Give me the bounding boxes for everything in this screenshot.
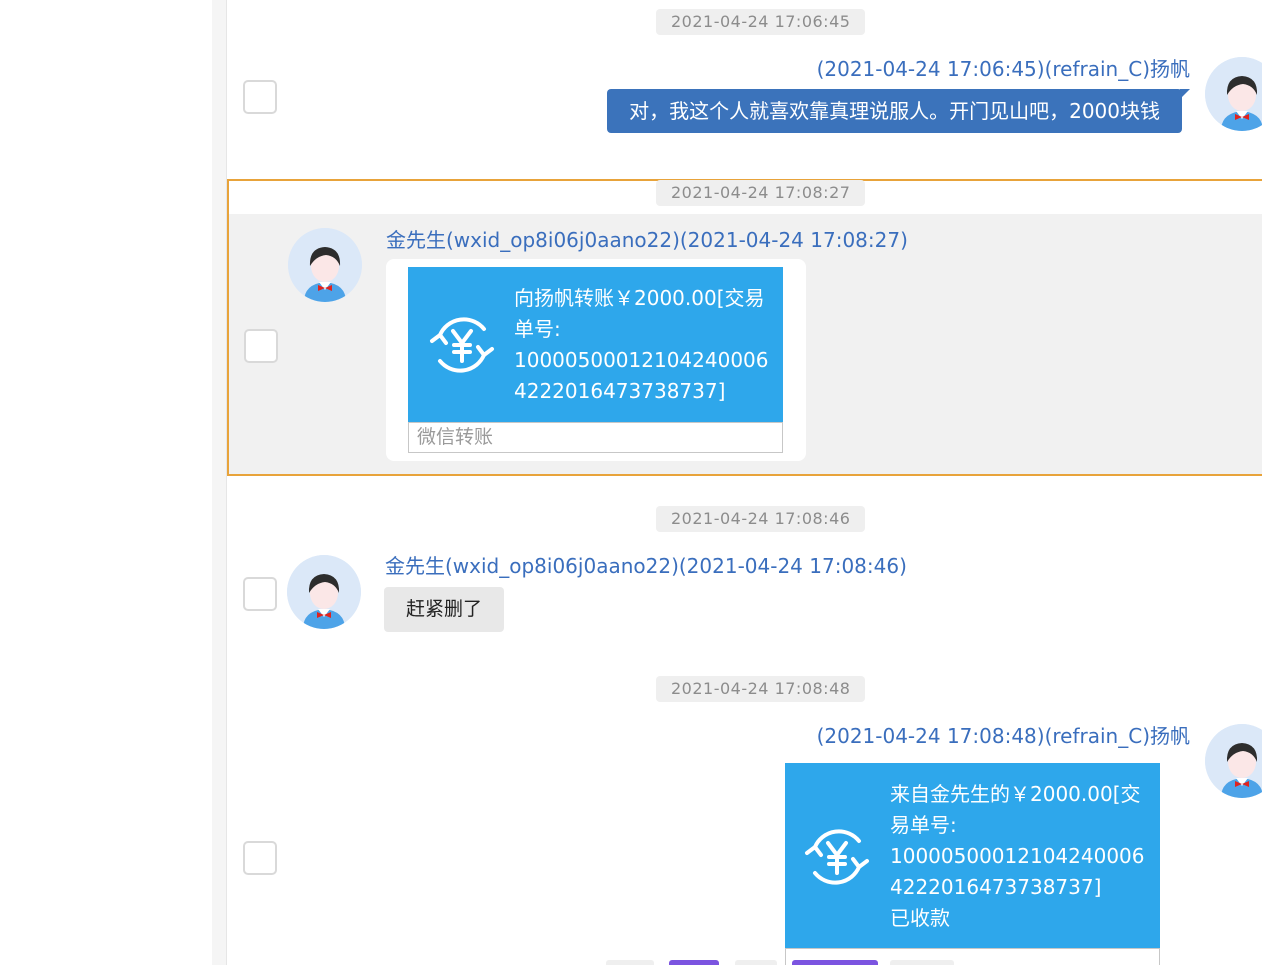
sender-label: (2021-04-24 17:06:45)(refrain_C)扬帆 bbox=[816, 57, 1190, 81]
select-message-checkbox[interactable] bbox=[243, 577, 277, 611]
transfer-card[interactable]: 来自金先生的￥2000.00[交 易单号: 100005000121042400… bbox=[785, 763, 1160, 948]
transfer-details: 向扬帆转账￥2000.00[交易 单号: 1000050001210424000… bbox=[514, 283, 769, 407]
avatar-icon[interactable] bbox=[288, 228, 362, 302]
message-timestamp: 2021-04-24 17:08:48 bbox=[656, 676, 866, 702]
transfer-card[interactable]: 向扬帆转账￥2000.00[交易 单号: 1000050001210424000… bbox=[408, 267, 783, 422]
message-bubble[interactable]: 对，我这个人就喜欢靠真理说服人。开门见山吧，2000块钱 bbox=[607, 89, 1190, 133]
message-timestamp: 2021-04-24 17:08:46 bbox=[656, 506, 866, 532]
toolbar-button[interactable] bbox=[606, 960, 654, 965]
sender-label: 金先生(wxid_op8i06j0aano22)(2021-04-24 17:0… bbox=[385, 554, 907, 578]
transfer-line: 向扬帆转账￥2000.00[交易 bbox=[514, 286, 765, 310]
transfer-footer-label: 微信转账 bbox=[408, 422, 783, 453]
transfer-line: 来自金先生的￥2000.00[交 bbox=[890, 782, 1141, 806]
message-bubble[interactable]: 赶紧删了 bbox=[384, 587, 505, 632]
sender-label: 金先生(wxid_op8i06j0aano22)(2021-04-24 17:0… bbox=[386, 228, 908, 252]
transfer-line: 10000500012104240006 bbox=[890, 844, 1145, 868]
message-timestamp: 2021-04-24 17:08:27 bbox=[656, 180, 866, 206]
transfer-status: 已收款 bbox=[890, 906, 950, 930]
yen-transfer-icon bbox=[426, 313, 498, 377]
yen-transfer-icon bbox=[801, 825, 873, 889]
select-message-checkbox[interactable] bbox=[243, 80, 277, 114]
toolbar-button[interactable] bbox=[669, 960, 719, 965]
avatar-icon[interactable] bbox=[1205, 724, 1262, 798]
left-panel-border bbox=[212, 0, 227, 965]
sender-label: (2021-04-24 17:08:48)(refrain_C)扬帆 bbox=[816, 724, 1190, 748]
message-timestamp: 2021-04-24 17:06:45 bbox=[656, 9, 866, 35]
toolbar-button[interactable] bbox=[735, 960, 777, 965]
transfer-line: 4222016473738737] bbox=[890, 875, 1102, 899]
toolbar-button[interactable] bbox=[792, 960, 878, 965]
left-panel bbox=[0, 0, 212, 965]
select-message-checkbox[interactable] bbox=[244, 329, 278, 363]
transfer-line: 10000500012104240006 bbox=[514, 348, 769, 372]
transfer-message[interactable]: 向扬帆转账￥2000.00[交易 单号: 1000050001210424000… bbox=[386, 259, 806, 461]
avatar-icon[interactable] bbox=[287, 555, 361, 629]
transfer-details: 来自金先生的￥2000.00[交 易单号: 100005000121042400… bbox=[890, 779, 1145, 934]
transfer-line: 单号: bbox=[514, 317, 561, 341]
transfer-line: 4222016473738737] bbox=[514, 379, 726, 403]
toolbar-button[interactable] bbox=[890, 960, 954, 965]
avatar-icon[interactable] bbox=[1205, 57, 1262, 131]
select-message-checkbox[interactable] bbox=[243, 841, 277, 875]
transfer-line: 易单号: bbox=[890, 813, 957, 837]
